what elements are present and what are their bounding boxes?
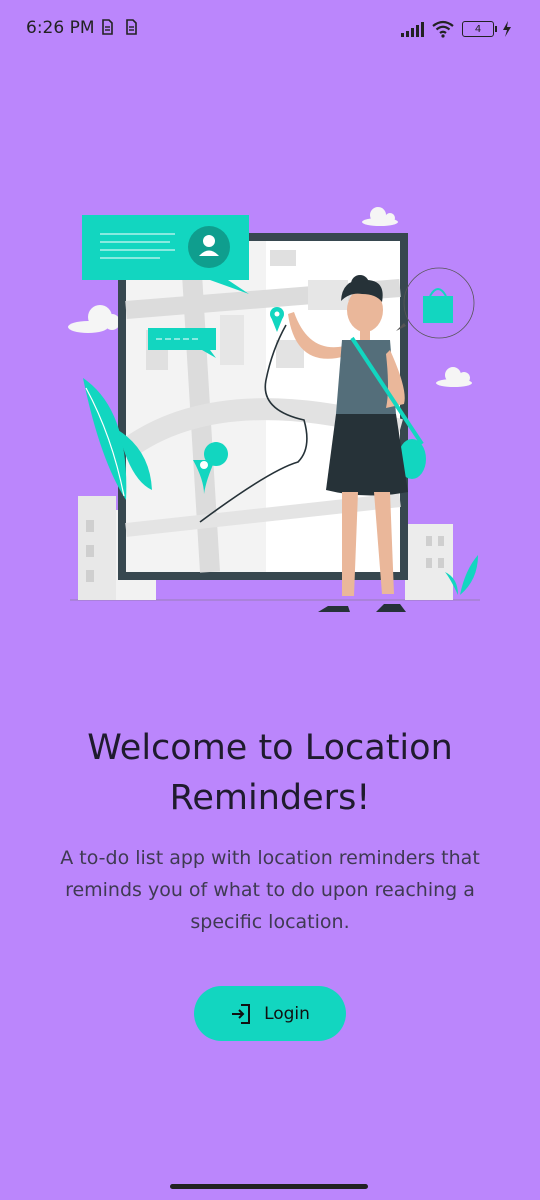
battery-icon: 4 (462, 21, 497, 37)
cloud-icon (362, 207, 398, 226)
login-button-label: Login (264, 1003, 310, 1024)
home-indicator[interactable] (170, 1184, 368, 1189)
status-time: 6:26 PM (26, 18, 95, 38)
login-button[interactable]: Login (194, 986, 346, 1041)
location-map-illustration (68, 207, 480, 612)
sim-icon (126, 19, 137, 35)
status-icons-left (101, 19, 137, 35)
login-icon (232, 1003, 251, 1024)
building-right (405, 524, 453, 600)
welcome-description: A to-do list app with location reminders… (60, 847, 480, 933)
signal-icon (401, 22, 424, 37)
cloud-icon (68, 305, 120, 333)
cloud-icon (436, 367, 472, 387)
status-bar: 6:26 PM 4 (0, 0, 540, 60)
welcome-title: Welcome to Location Reminders! (87, 728, 453, 818)
sim-icon (102, 19, 113, 35)
charging-icon (503, 21, 511, 37)
wifi-icon (432, 20, 454, 38)
status-icons-right: 4 (400, 20, 512, 38)
battery-level: 4 (474, 23, 482, 35)
